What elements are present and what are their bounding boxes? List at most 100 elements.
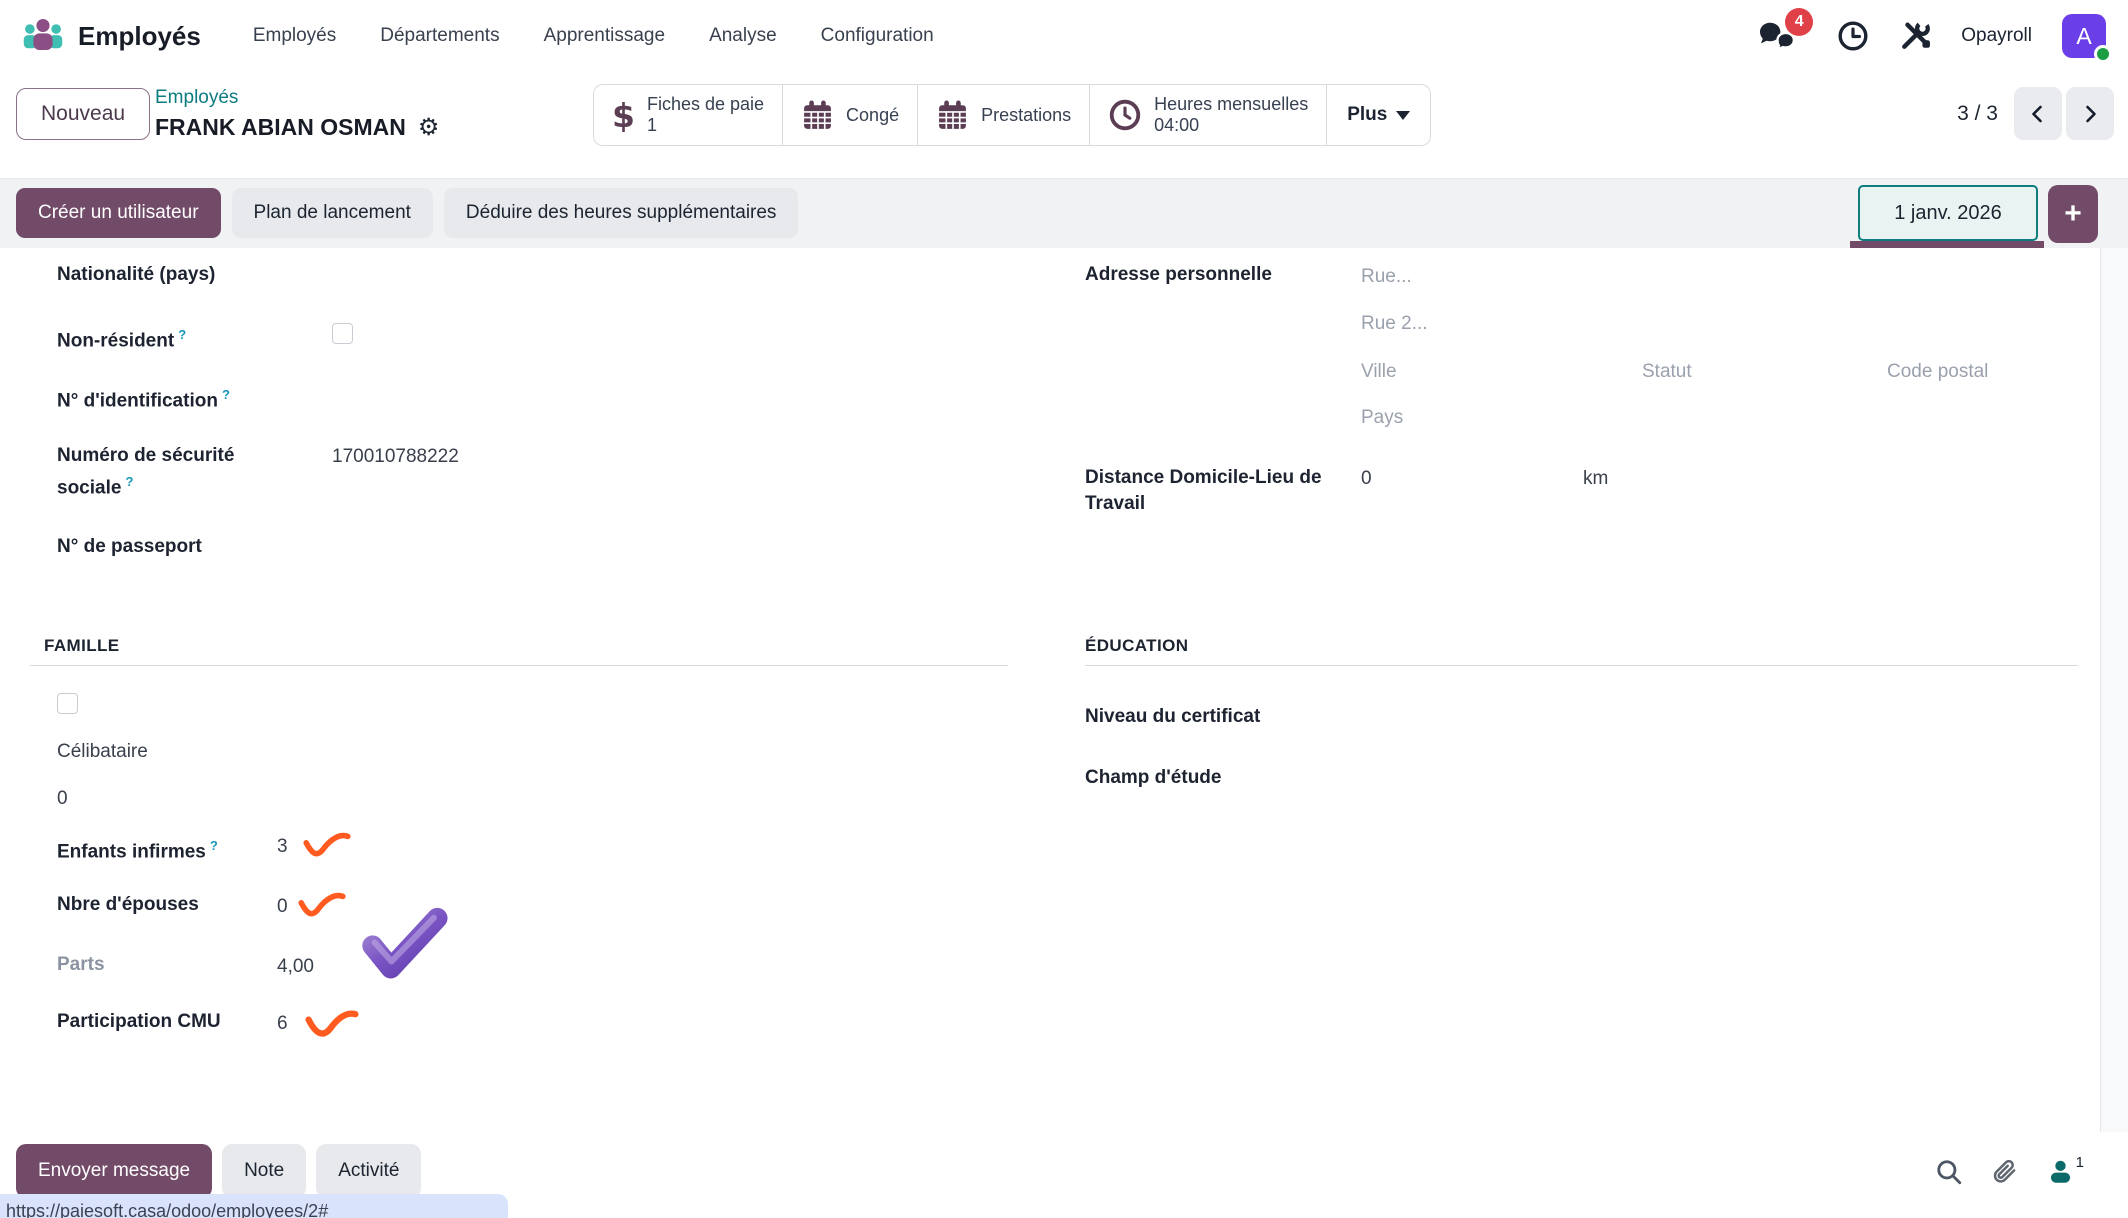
ssn-value[interactable]: 170010788222 — [332, 444, 459, 470]
ssn-label: Numéro de sécurité sociale? — [57, 443, 287, 501]
statusbar-actions: Créer un utilisateur Plan de lancement D… — [0, 178, 2128, 248]
paperclip-icon — [1991, 1158, 2019, 1186]
nav-menu-configuration[interactable]: Configuration — [821, 25, 934, 47]
nav-menu-apprentissage[interactable]: Apprentissage — [544, 25, 665, 47]
send-message-button[interactable]: Envoyer message — [16, 1144, 212, 1198]
orange-check-annotation — [293, 890, 351, 922]
search-icon — [1935, 1158, 1963, 1186]
chatter-search-icon[interactable] — [1935, 1158, 1963, 1191]
active-tab-underline — [1850, 241, 2044, 248]
city-input[interactable]: Ville — [1361, 359, 1397, 385]
orange-check-annotation — [299, 830, 355, 862]
breadcrumb: Employés FRANK ABIAN OSMAN ⚙ — [155, 86, 439, 142]
online-status-dot — [2094, 45, 2112, 63]
parts-value[interactable]: 4,00 — [277, 954, 314, 980]
help-icon: ? — [210, 838, 218, 853]
activity-button[interactable]: Activité — [316, 1144, 421, 1198]
nav-menu-analyse[interactable]: Analyse — [709, 25, 777, 47]
benefits-label: Prestations — [981, 105, 1071, 126]
browser-status-url: https://paiesoft.casa/odoo/employees/2# — [0, 1194, 508, 1218]
main-menu: Employés Départements Apprentissage Anal… — [253, 25, 934, 47]
tools-icon[interactable] — [1899, 20, 1931, 52]
app-name: Employés — [78, 21, 201, 52]
timeoff-smart-button[interactable]: Congé — [783, 85, 918, 145]
address-label: Adresse personnelle — [1085, 262, 1272, 288]
record-title: FRANK ABIAN OSMAN — [155, 112, 406, 142]
followers-button[interactable]: 1 — [2047, 1158, 2084, 1185]
payslips-count: 1 — [647, 115, 657, 135]
cmu-participation-label: Participation CMU — [57, 1009, 221, 1035]
more-smart-button[interactable]: Plus — [1327, 85, 1430, 145]
smart-buttons: $ Fiches de paie 1 Congé Prestations — [593, 84, 1431, 146]
record-pager: 3 / 3 — [1957, 87, 2114, 140]
add-version-button[interactable]: + — [2048, 185, 2098, 243]
state-input[interactable]: Statut — [1642, 359, 1692, 385]
actions-gear-icon[interactable]: ⚙ — [418, 114, 440, 140]
breadcrumb-parent-link[interactable]: Employés — [155, 86, 439, 110]
disabled-children-value[interactable]: 3 — [277, 834, 288, 860]
purple-check-annotation — [349, 896, 457, 988]
log-note-button[interactable]: Note — [222, 1144, 306, 1198]
nav-menu-employes[interactable]: Employés — [253, 25, 336, 47]
country-input[interactable]: Pays — [1361, 405, 1403, 431]
chevron-right-icon — [2080, 103, 2100, 125]
street-input[interactable]: Rue... — [1361, 264, 1412, 290]
employees-logo-graphic — [22, 17, 64, 55]
clock-icon — [1108, 98, 1142, 132]
education-section-header: ÉDUCATION — [1085, 635, 2078, 666]
timeoff-label: Congé — [846, 105, 899, 126]
famille-checkbox[interactable] — [57, 693, 78, 714]
followers-count: 1 — [2076, 1154, 2084, 1171]
deduct-overtime-button[interactable]: Déduire des heures supplémentaires — [444, 188, 799, 238]
payslips-label: Fiches de paie — [647, 94, 764, 114]
payslips-smart-button[interactable]: $ Fiches de paie 1 — [594, 85, 783, 145]
messages-badge: 4 — [1785, 8, 1813, 36]
study-field-label: Champ d'étude — [1085, 765, 1221, 791]
version-date-tab[interactable]: 1 janv. 2026 — [1858, 185, 2038, 241]
children-count-value[interactable]: 0 — [57, 786, 68, 812]
help-icon: ? — [125, 474, 133, 489]
user-avatar[interactable]: A — [2062, 14, 2106, 58]
street2-input[interactable]: Rue 2... — [1361, 311, 1428, 337]
monthly-hours-smart-button[interactable]: Heures mensuelles 04:00 — [1090, 85, 1327, 145]
pager-next-button[interactable] — [2066, 87, 2114, 140]
certificate-level-label: Niveau du certificat — [1085, 704, 1260, 730]
sheet-right-divider — [2100, 248, 2128, 1132]
help-icon: ? — [178, 327, 186, 342]
nav-menu-departements[interactable]: Départements — [380, 25, 499, 47]
id-number-label: N° d'identification? — [57, 382, 230, 414]
launch-plan-button[interactable]: Plan de lancement — [232, 188, 433, 238]
follower-person-icon — [2047, 1158, 2074, 1185]
company-name[interactable]: Opayroll — [1961, 25, 2032, 47]
calendar-icon — [801, 99, 834, 132]
education-title: ÉDUCATION — [1085, 636, 1188, 655]
calendar-icon — [936, 99, 969, 132]
form-sheet: Nationalité (pays) Non-résident? N° d'id… — [0, 248, 2128, 1132]
tools-glyph — [1899, 20, 1931, 52]
passport-label: N° de passeport — [57, 534, 202, 560]
chevron-left-icon — [2028, 103, 2048, 125]
clock-glyph — [1837, 20, 1869, 52]
wives-count-value[interactable]: 0 — [277, 894, 288, 920]
marital-status-value[interactable]: Célibataire — [57, 739, 148, 765]
avatar-letter: A — [2076, 23, 2091, 50]
distance-value[interactable]: 0 — [1361, 466, 1372, 492]
activities-clock-icon[interactable] — [1837, 20, 1869, 52]
monthly-hours-label: Heures mensuelles — [1154, 94, 1308, 114]
zip-input[interactable]: Code postal — [1887, 359, 1988, 385]
non-resident-label: Non-résident? — [57, 322, 186, 354]
attachments-icon[interactable] — [1991, 1158, 2019, 1191]
disabled-children-label: Enfants infirmes? — [57, 833, 218, 865]
cmu-participation-value[interactable]: 6 — [277, 1011, 288, 1037]
new-button[interactable]: Nouveau — [16, 88, 150, 140]
messages-icon[interactable]: 4 — [1757, 20, 1797, 52]
non-resident-checkbox[interactable] — [332, 323, 353, 344]
benefits-smart-button[interactable]: Prestations — [918, 85, 1090, 145]
create-user-button[interactable]: Créer un utilisateur — [16, 188, 221, 238]
monthly-hours-value: 04:00 — [1154, 115, 1199, 135]
pager-previous-button[interactable] — [2014, 87, 2062, 140]
employees-app-icon[interactable] — [22, 17, 64, 55]
pager-counter: 3 / 3 — [1957, 102, 1998, 126]
famille-title: FAMILLE — [44, 636, 120, 655]
nationality-label: Nationalité (pays) — [57, 262, 215, 288]
